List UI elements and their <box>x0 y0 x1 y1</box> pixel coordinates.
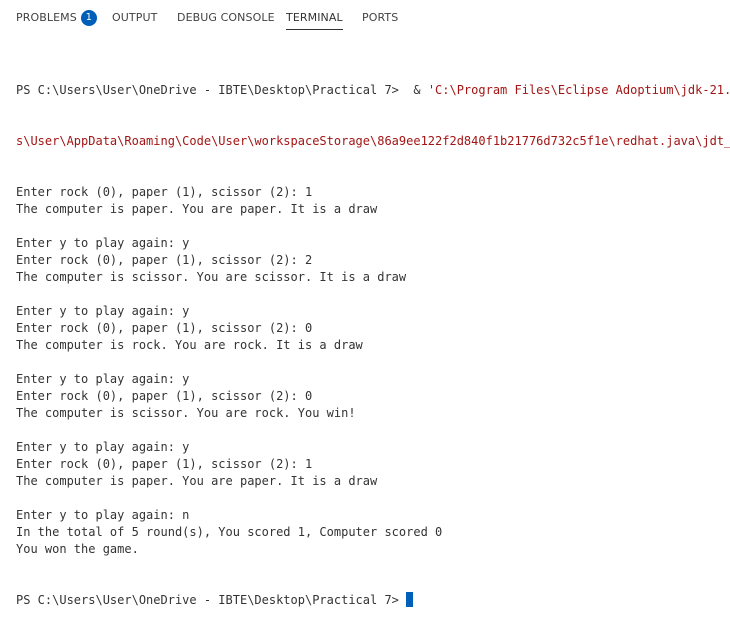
terminal-final-prompt-line: PS C:\Users\User\OneDrive - IBTE\Desktop… <box>16 592 730 609</box>
tab-debug-console[interactable]: DEBUG CONSOLE <box>177 9 275 29</box>
terminal-line: In the total of 5 round(s), You scored 1… <box>16 525 443 539</box>
command-prompt: PS C:\Users\User\OneDrive - IBTE\Desktop… <box>16 83 428 97</box>
terminal-command-args: s\User\AppData\Roaming\Code\User\workspa… <box>16 134 730 148</box>
command-path: 'C:\Program Files\Eclipse Adoptium\jdk-2… <box>427 83 730 97</box>
terminal-line: Enter rock (0), paper (1), scissor (2): … <box>16 185 313 199</box>
terminal-line: Enter y to play again: n <box>16 508 190 522</box>
terminal-line: Enter y to play again: y <box>16 304 190 318</box>
terminal-line: Enter rock (0), paper (1), scissor (2): … <box>16 389 313 403</box>
problems-count-badge: 1 <box>80 10 97 26</box>
terminal-line: Enter y to play again: y <box>16 440 190 454</box>
terminal-line: The computer is scissor. You are scissor… <box>16 270 407 284</box>
panel-tab-bar: PROBLEMS 1 OUTPUT DEBUG CONSOLE TERMINAL … <box>0 0 730 34</box>
terminal-line: Enter y to play again: y <box>16 372 190 386</box>
final-prompt: PS C:\Users\User\OneDrive - IBTE\Desktop… <box>16 593 407 607</box>
terminal-cursor <box>406 592 414 607</box>
terminal-line: You won the game. <box>16 542 139 556</box>
terminal-command-line: PS C:\Users\User\OneDrive - IBTE\Desktop… <box>16 82 730 99</box>
terminal-line: The computer is scissor. You are rock. Y… <box>16 406 356 420</box>
terminal-line: The computer is rock. You are rock. It i… <box>16 338 363 352</box>
terminal-line: The computer is paper. You are paper. It… <box>16 474 378 488</box>
terminal-line: Enter rock (0), paper (1), scissor (2): … <box>16 321 313 335</box>
terminal-line: The computer is paper. You are paper. It… <box>16 202 378 216</box>
tab-ports-label: PORTS <box>362 11 399 24</box>
terminal-output[interactable]: PS C:\Users\User\OneDrive - IBTE\Desktop… <box>16 48 730 626</box>
terminal-line: Enter rock (0), paper (1), scissor (2): … <box>16 253 313 267</box>
terminal-line: Enter y to play again: y <box>16 236 190 250</box>
terminal-line: Enter rock (0), paper (1), scissor (2): … <box>16 457 313 471</box>
tab-ports[interactable]: PORTS <box>362 9 398 29</box>
tab-problems-label: PROBLEMS <box>16 11 77 24</box>
tab-problems[interactable]: PROBLEMS 1 <box>16 9 97 29</box>
tab-output[interactable]: OUTPUT <box>112 9 157 29</box>
tab-terminal[interactable]: TERMINAL <box>286 9 343 30</box>
tab-terminal-label: TERMINAL <box>286 11 343 24</box>
tab-output-label: OUTPUT <box>112 11 158 24</box>
tab-debug-console-label: DEBUG CONSOLE <box>177 11 275 24</box>
